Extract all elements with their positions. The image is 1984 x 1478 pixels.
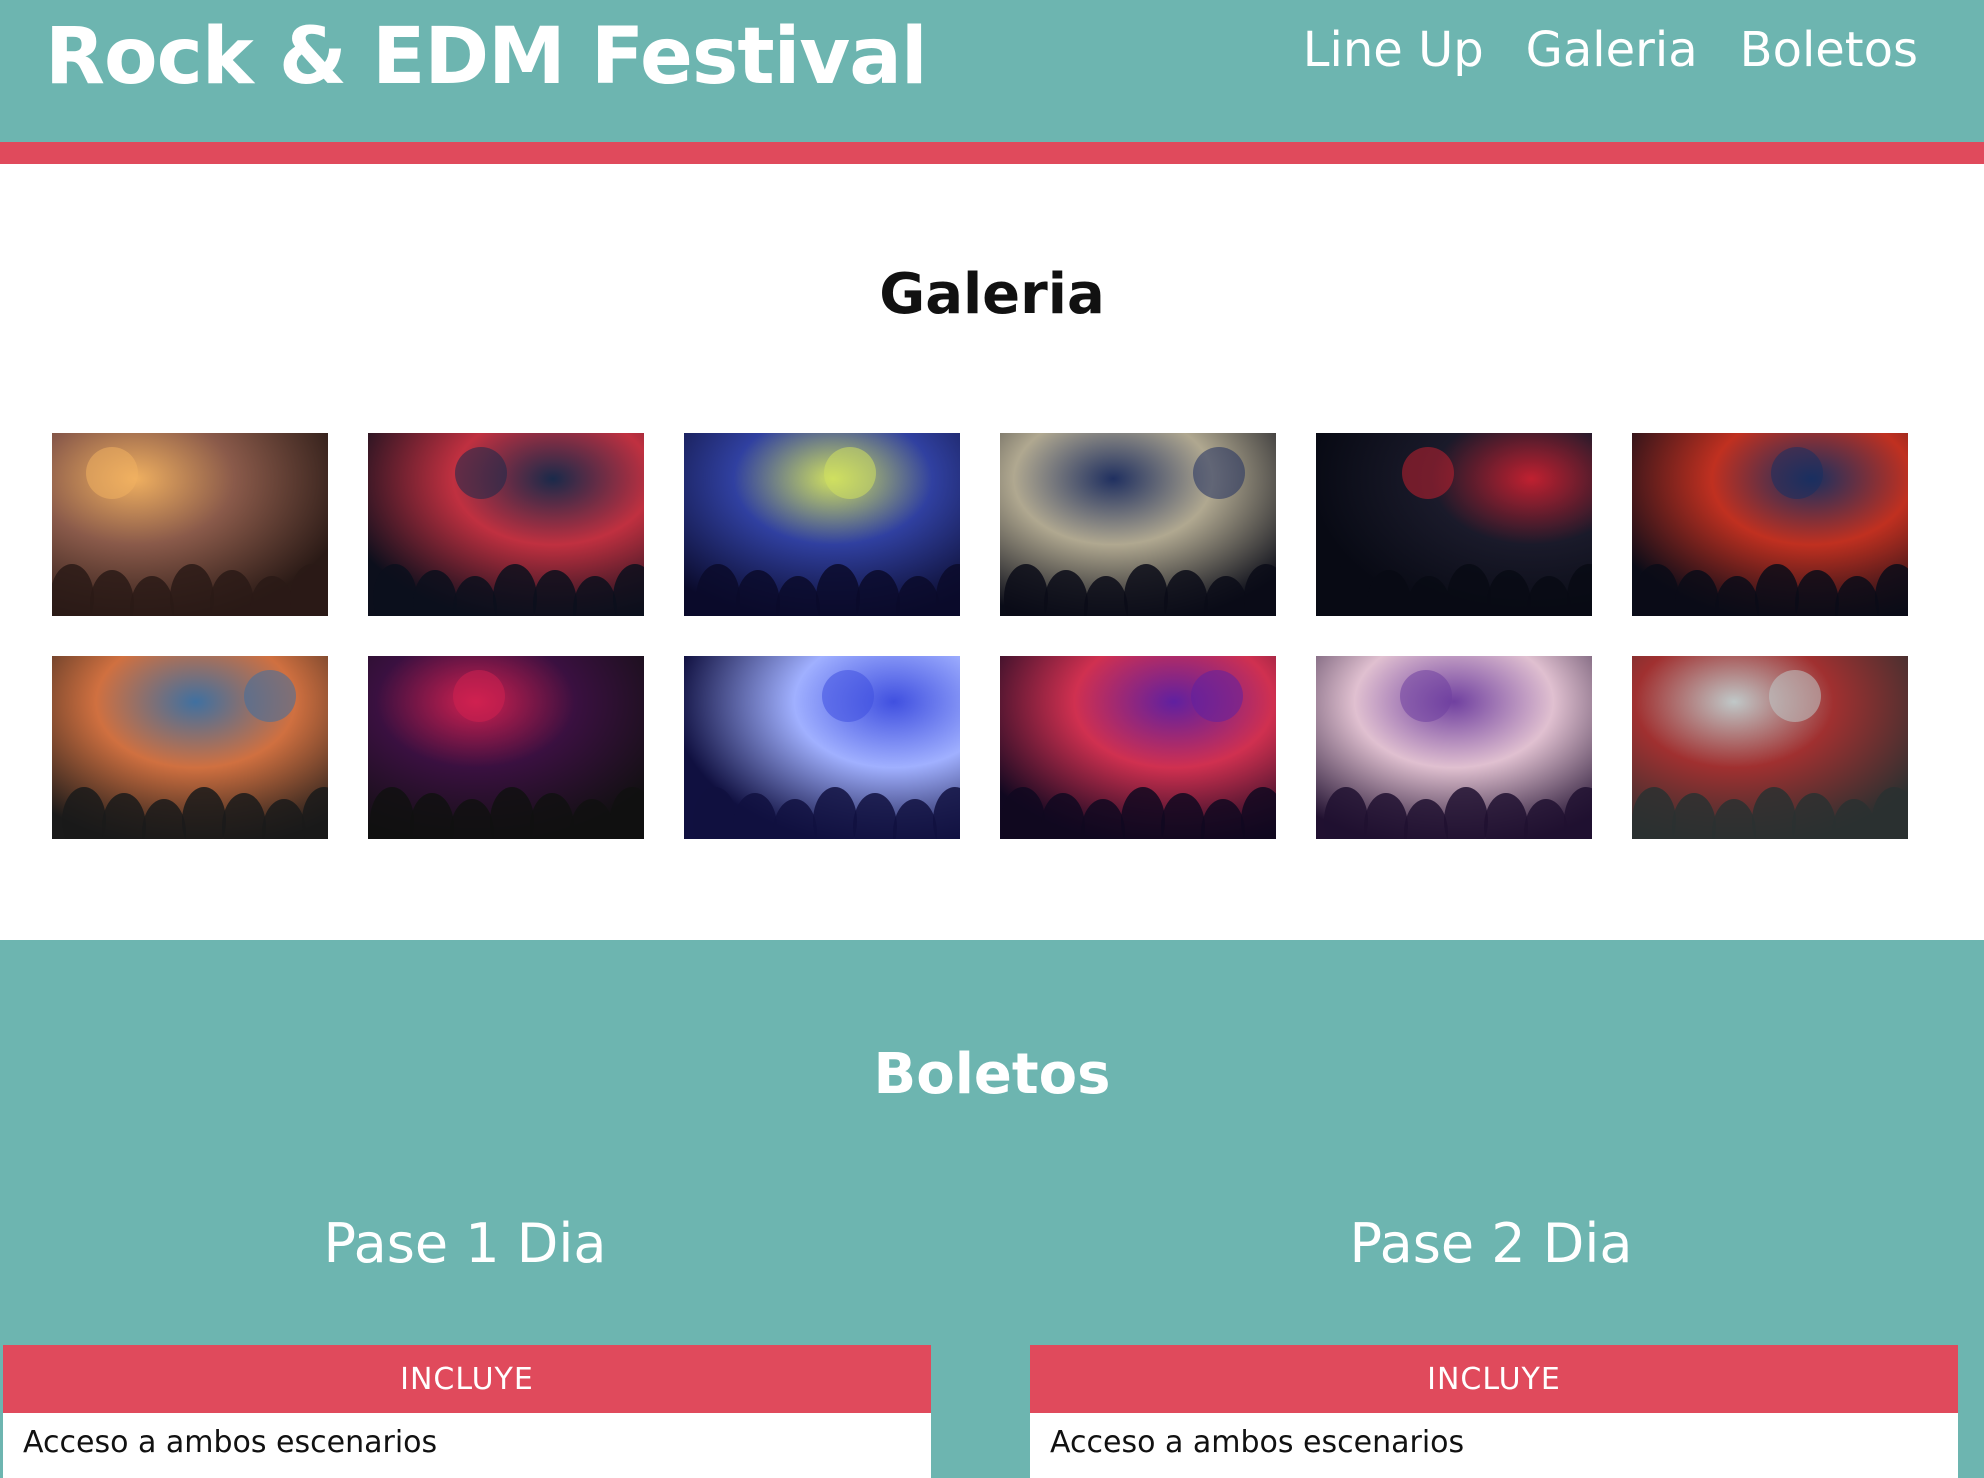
site-title[interactable]: Rock & EDM Festival xyxy=(45,12,928,102)
pass-1-include-item: Acceso a ambos escenarios xyxy=(23,1425,438,1460)
gallery-photo-dj-controller-purple[interactable] xyxy=(1000,656,1276,839)
gallery-heading: Galeria xyxy=(879,262,1105,327)
pass-2-includes-header: INCLUYE xyxy=(1030,1345,1958,1413)
nav-link-galeria[interactable]: Galeria xyxy=(1526,22,1698,78)
tickets-heading: Boletos xyxy=(873,1042,1111,1107)
tickets-section: Boletos Pase 1 Dia INCLUYE Acceso a ambo… xyxy=(0,940,1984,1478)
gallery-photo-club-lasers[interactable] xyxy=(684,433,960,616)
nav-link-boletos[interactable]: Boletos xyxy=(1740,22,1918,78)
gallery-photo-dj-turntable[interactable] xyxy=(1000,433,1276,616)
gallery-photo-smoke-performer[interactable] xyxy=(1632,656,1908,839)
pass-2-card: INCLUYE Acceso a ambos escenarios xyxy=(1030,1345,1958,1478)
pass-2-title: Pase 2 Dia xyxy=(1349,1212,1633,1275)
pass-1-includes-header: INCLUYE xyxy=(3,1345,931,1413)
pass-2-include-item: Acceso a ambos escenarios xyxy=(1050,1425,1465,1460)
site-header: Rock & EDM Festival Line Up Galeria Bole… xyxy=(0,0,1984,142)
gallery-grid xyxy=(52,433,1909,839)
gallery-photo-guitarist-red[interactable] xyxy=(1316,433,1592,616)
gallery-photo-crowd-lights[interactable] xyxy=(52,433,328,616)
gallery-photo-dj-mixer-blue[interactable] xyxy=(684,656,960,839)
gallery-photo-singer-stage[interactable] xyxy=(368,433,644,616)
gallery-photo-band-duo[interactable] xyxy=(1316,656,1592,839)
main-nav: Line Up Galeria Boletos xyxy=(1303,22,1918,78)
header-accent-bar xyxy=(0,142,1984,164)
gallery-photo-guitars-closeup[interactable] xyxy=(52,656,328,839)
pass-1-title: Pase 1 Dia xyxy=(323,1212,607,1275)
pass-1-card: INCLUYE Acceso a ambos escenarios xyxy=(3,1345,931,1478)
gallery-photo-dj-laptop[interactable] xyxy=(368,656,644,839)
gallery-photo-female-dj[interactable] xyxy=(1632,433,1908,616)
nav-link-lineup[interactable]: Line Up xyxy=(1303,22,1484,78)
